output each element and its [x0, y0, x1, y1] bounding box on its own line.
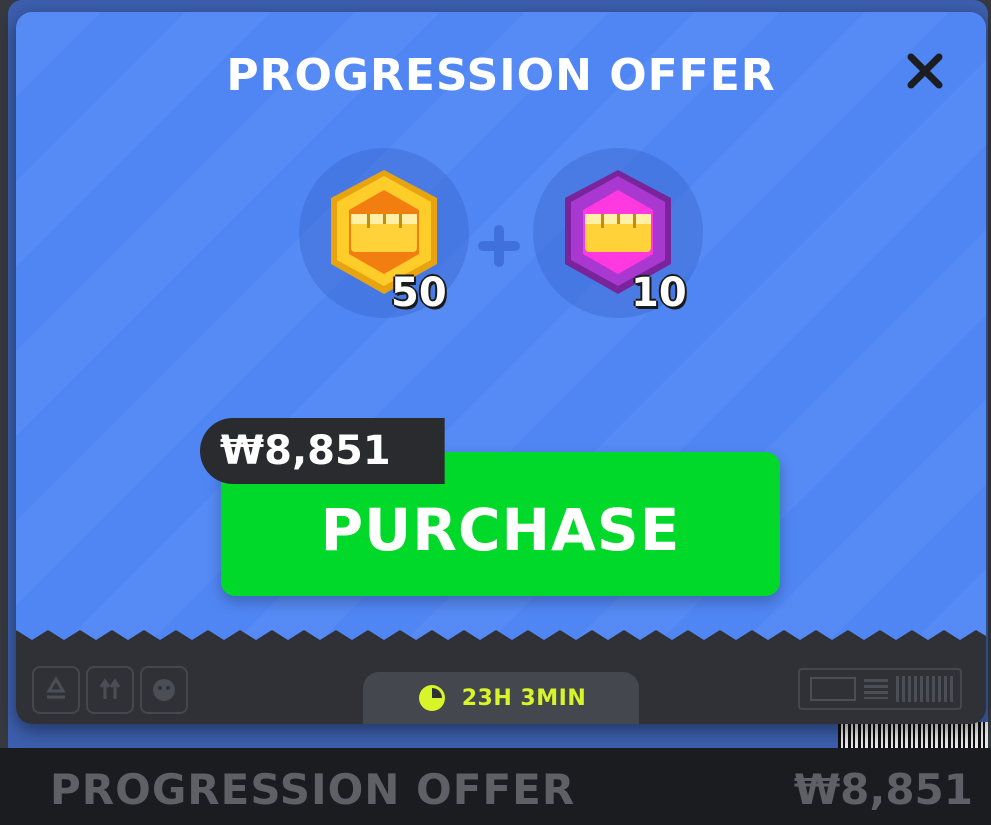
- clock-icon: [418, 685, 445, 711]
- offer-timer: 23H 3MIN: [363, 672, 639, 724]
- close-button[interactable]: [902, 48, 948, 94]
- background-card-title: PROGRESSION OFFER: [50, 765, 576, 814]
- label-lines-icon: [864, 679, 888, 699]
- barcode-icon: [896, 676, 956, 702]
- price-tag: ₩8,851: [200, 418, 445, 484]
- this-side-up-icon: [86, 666, 134, 714]
- progression-offer-modal: PROGRESSION OFFER 50 10 PURCHASE ₩8,851 …: [16, 12, 986, 724]
- background-card-price: ₩8,851: [793, 765, 973, 814]
- modal-title: PROGRESSION OFFER: [226, 50, 776, 101]
- reward-quantity: 10: [631, 270, 687, 316]
- shipping-label-decoration: [798, 668, 962, 710]
- plus-icon: [478, 225, 520, 267]
- reward-quantity: 50: [391, 270, 447, 316]
- purchase-label: PURCHASE: [320, 496, 681, 564]
- background-pattern: [16, 12, 986, 724]
- reward-item-purple: 10: [533, 148, 703, 318]
- recycle-icon: [32, 666, 80, 714]
- barcode-decoration: [838, 722, 988, 748]
- timer-text: 23H 3MIN: [461, 685, 587, 711]
- smiley-icon: [140, 666, 188, 714]
- reward-item-gold: 50: [299, 148, 469, 318]
- footer-icons: [32, 666, 188, 714]
- close-icon: [907, 53, 943, 89]
- label-box-icon: [810, 677, 856, 701]
